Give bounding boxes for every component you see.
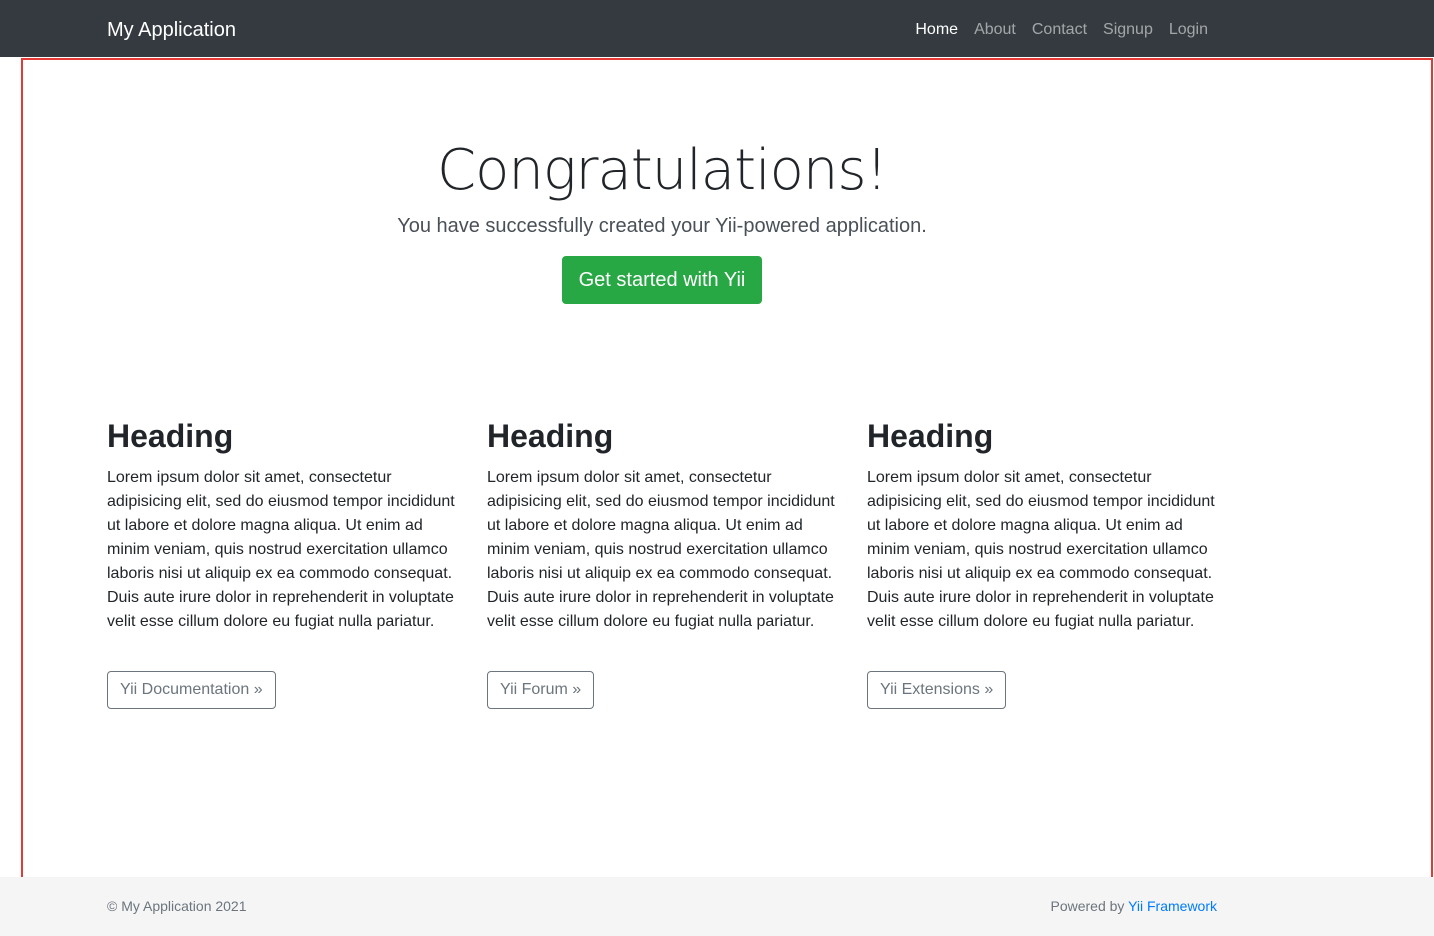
footer-copyright: © My Application 2021 [107, 898, 247, 914]
powered-by-label: Powered by [1050, 898, 1129, 914]
jumbotron-title: Congratulations! [436, 138, 888, 203]
content-column-1: Heading Lorem ipsum dolor sit amet, cons… [107, 416, 457, 709]
column-heading: Heading [487, 418, 614, 454]
nav-link-about[interactable]: About [974, 18, 1016, 42]
nav-link-signup[interactable]: Signup [1103, 18, 1153, 42]
column-body: Lorem ipsum dolor sit amet, consectetur … [487, 469, 835, 630]
nav-item-login: Login [1169, 18, 1208, 42]
footer-powered-by: Powered by Yii Framework [1050, 896, 1217, 916]
nav-link-contact[interactable]: Contact [1032, 18, 1087, 42]
page-footer: © My Application 2021 Powered by Yii Fra… [0, 877, 1434, 936]
column-body: Lorem ipsum dolor sit amet, consectetur … [107, 469, 455, 630]
nav-item-about: About [974, 18, 1016, 42]
nav-item-contact: Contact [1032, 18, 1087, 42]
column-body: Lorem ipsum dolor sit amet, consectetur … [867, 469, 1215, 630]
nav-item-signup: Signup [1103, 18, 1153, 42]
yii-forum-button[interactable]: Yii Forum » [487, 671, 595, 709]
content-column-3: Heading Lorem ipsum dolor sit amet, cons… [867, 416, 1217, 709]
nav-link-home[interactable]: Home [915, 18, 958, 42]
column-heading: Heading [867, 418, 994, 454]
column-heading: Heading [107, 418, 234, 454]
yii-extensions-button[interactable]: Yii Extensions » [867, 671, 1007, 709]
yii-framework-link[interactable]: Yii Framework [1128, 898, 1217, 914]
nav-link-login[interactable]: Login [1169, 18, 1208, 42]
brand-link[interactable]: My Application [107, 16, 236, 44]
nav-menu: Home About Contact Signup Login [915, 18, 1208, 42]
yii-documentation-button[interactable]: Yii Documentation » [107, 671, 276, 709]
get-started-button[interactable]: Get started with Yii [562, 256, 762, 304]
top-navbar: My Application Home About Contact Signup… [0, 0, 1434, 57]
jumbotron-lead: You have successfully created your Yii-p… [397, 215, 927, 237]
nav-item-home: Home [915, 18, 958, 42]
content-column-2: Heading Lorem ipsum dolor sit amet, cons… [487, 416, 837, 709]
